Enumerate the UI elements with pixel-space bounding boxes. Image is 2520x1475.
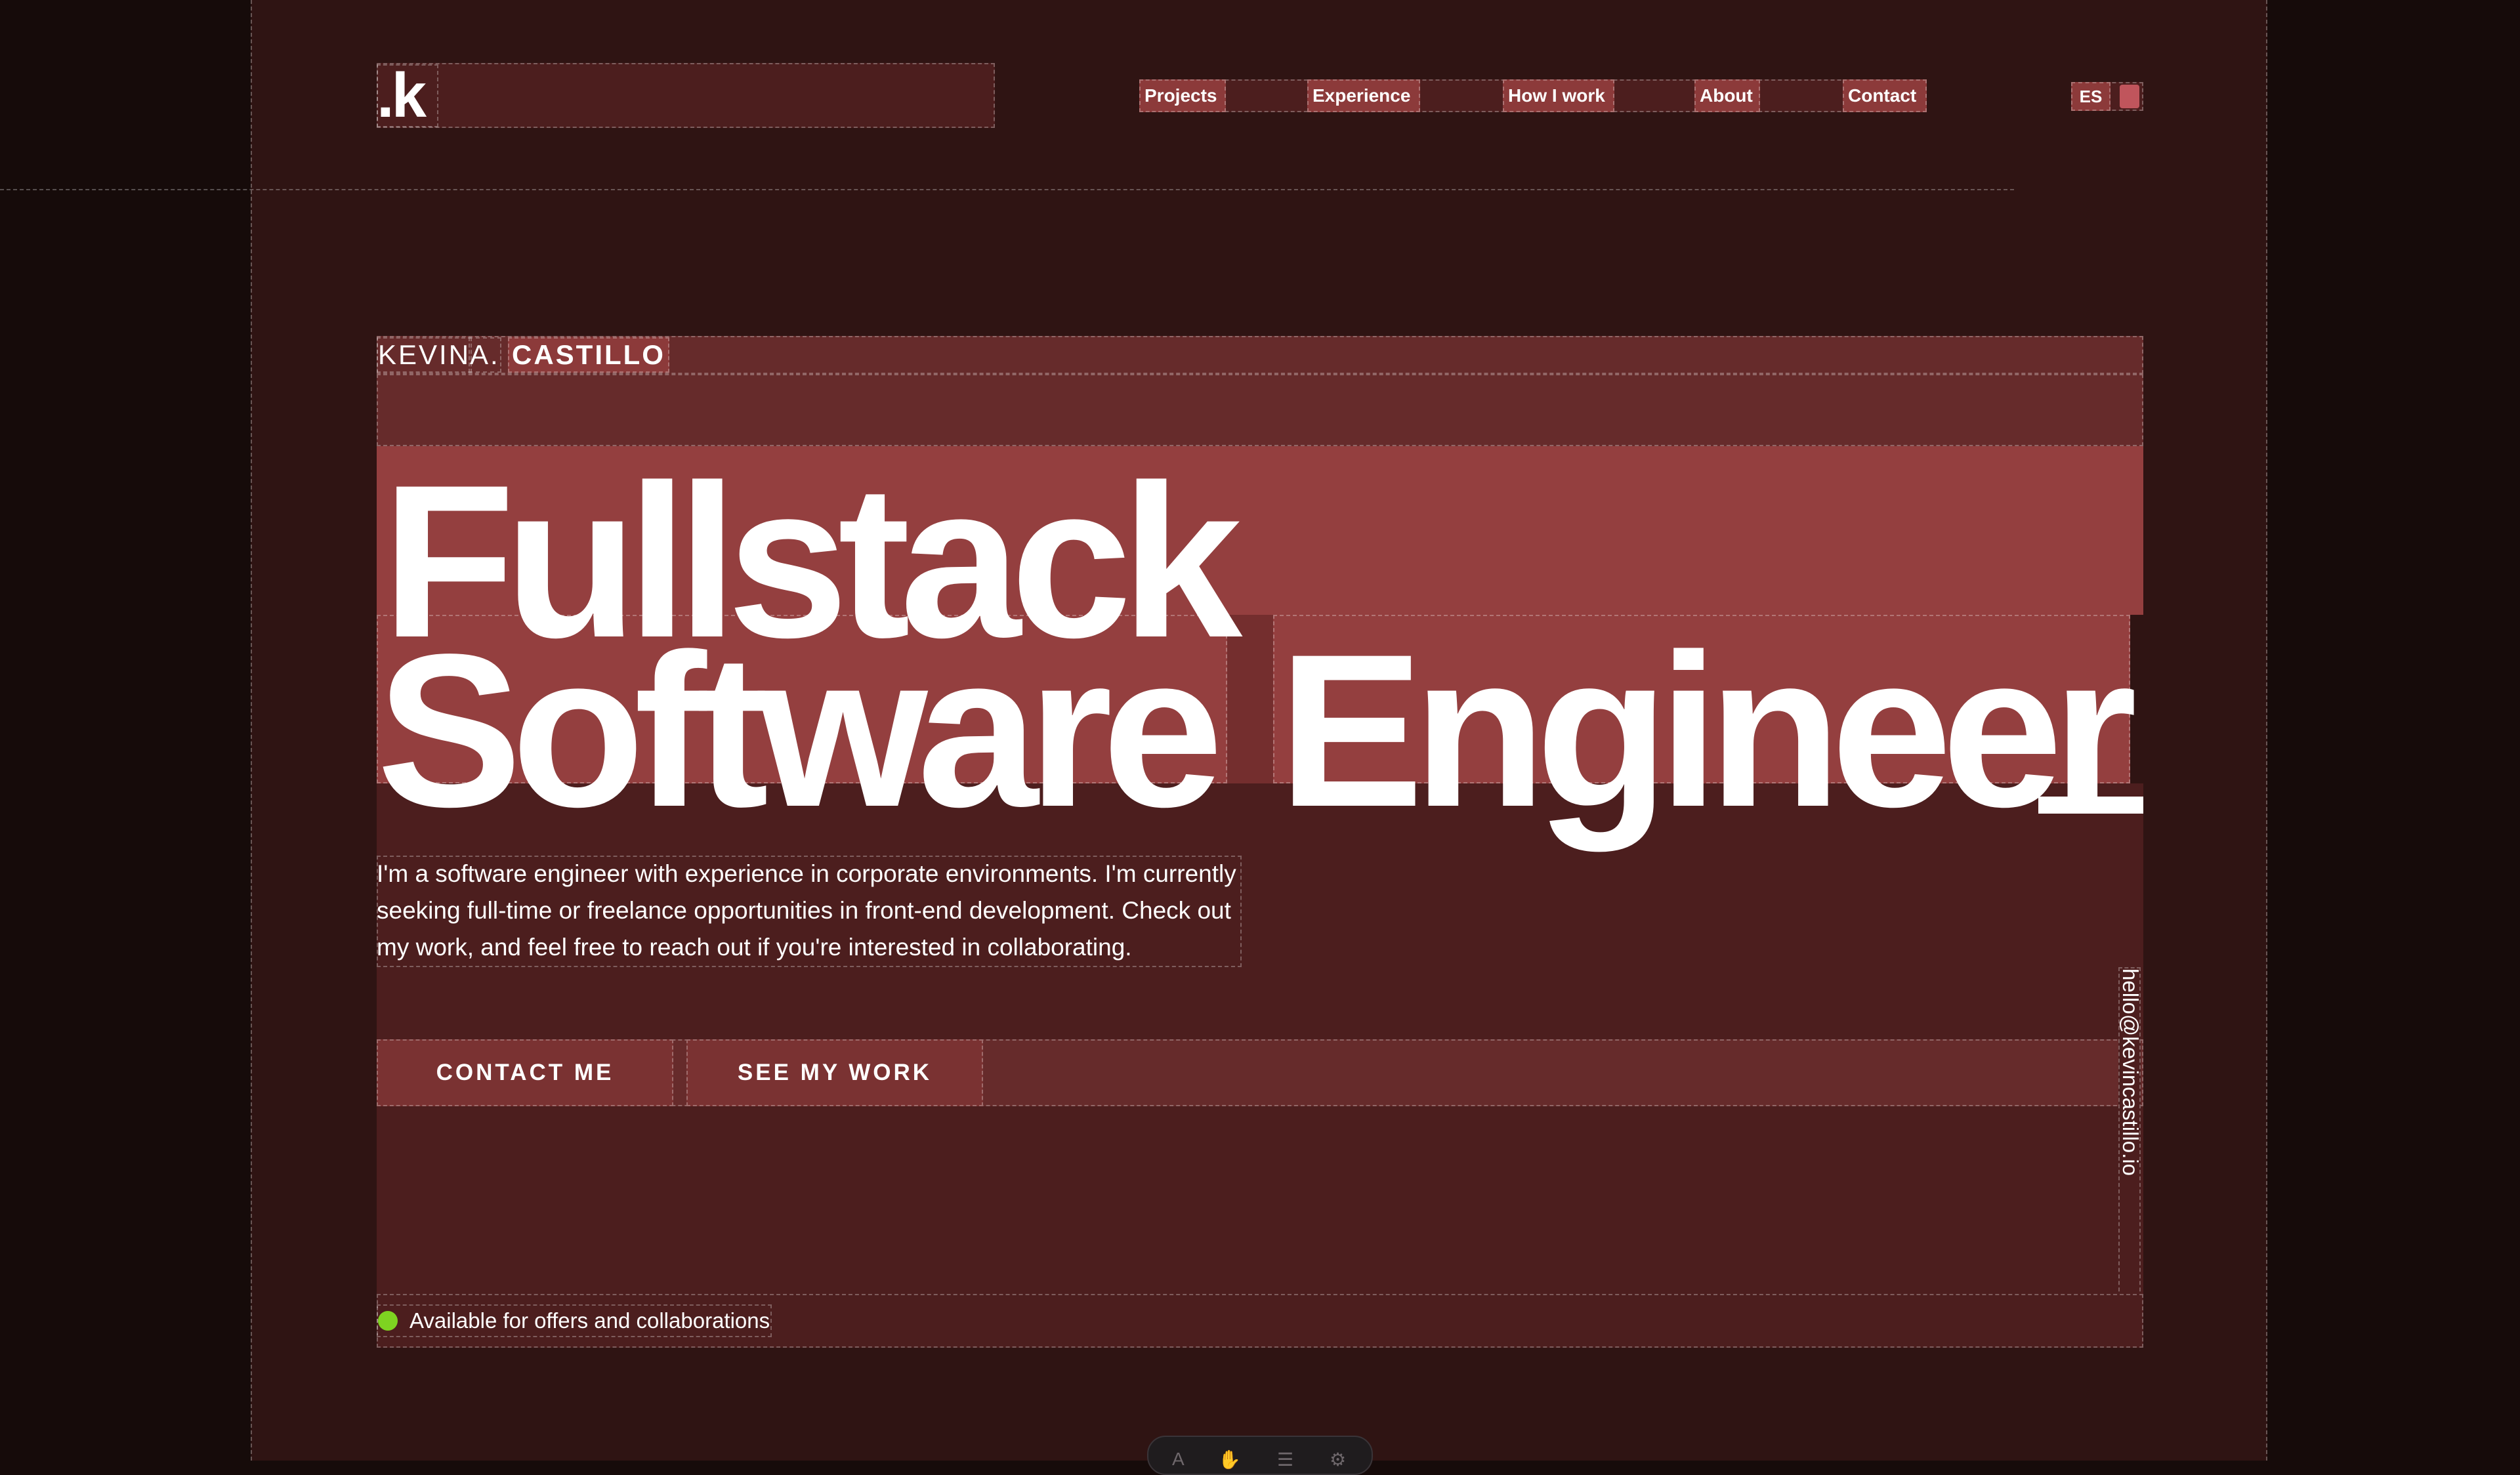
cta-row: CONTACT ME SEE MY WORK: [377, 1039, 2143, 1106]
hand-icon[interactable]: ✋: [1218, 1449, 1241, 1470]
language-switch[interactable]: ES: [2071, 82, 2143, 111]
menu-icon[interactable]: ☰: [1277, 1449, 1293, 1470]
nav-item-contact[interactable]: Contact: [1843, 79, 1927, 112]
nav-item-how-i-work[interactable]: How I work: [1503, 79, 1614, 112]
last-name: CASTILLO: [508, 337, 669, 373]
nav-item-projects[interactable]: Projects: [1139, 79, 1226, 112]
header-divider: [0, 189, 2014, 190]
intro-description: I'm a software engineer with experience …: [377, 856, 1242, 967]
theme-toggle[interactable]: [2120, 85, 2139, 108]
main-nav: Projects Experience How I work About Con…: [1139, 79, 1927, 112]
spacer-bar: [377, 374, 2143, 446]
middle-initial: A.: [469, 337, 501, 373]
first-name: KEVIN: [377, 337, 472, 373]
nav-item-about[interactable]: About: [1694, 79, 1760, 112]
settings-icon[interactable]: ⚙: [1330, 1449, 1346, 1470]
logo[interactable]: .k: [377, 64, 438, 127]
name-bar: KEVIN A. CASTILLO: [377, 336, 2143, 374]
see-my-work-button[interactable]: SEE MY WORK: [686, 1039, 983, 1106]
email-link[interactable]: hello@kevincastillo.io: [2110, 968, 2150, 1336]
logo-container: [377, 63, 995, 128]
availability-status: Available for offers and collaborations: [377, 1304, 772, 1337]
language-code[interactable]: ES: [2071, 82, 2110, 111]
typing-cursor: [2038, 797, 2143, 814]
headline-word-engineer: Engineer: [1278, 609, 2137, 852]
floating-toolbar: A ✋ ☰ ⚙: [1147, 1436, 1373, 1475]
contact-me-button[interactable]: CONTACT ME: [377, 1039, 673, 1106]
availability-text: Available for offers and collaborations: [410, 1308, 770, 1333]
status-dot-icon: [378, 1311, 398, 1331]
text-icon[interactable]: A: [1172, 1449, 1185, 1470]
nav-item-experience[interactable]: Experience: [1307, 79, 1420, 112]
headline-gap: [1227, 615, 1273, 783]
headline-word-software: Software: [377, 609, 1223, 852]
